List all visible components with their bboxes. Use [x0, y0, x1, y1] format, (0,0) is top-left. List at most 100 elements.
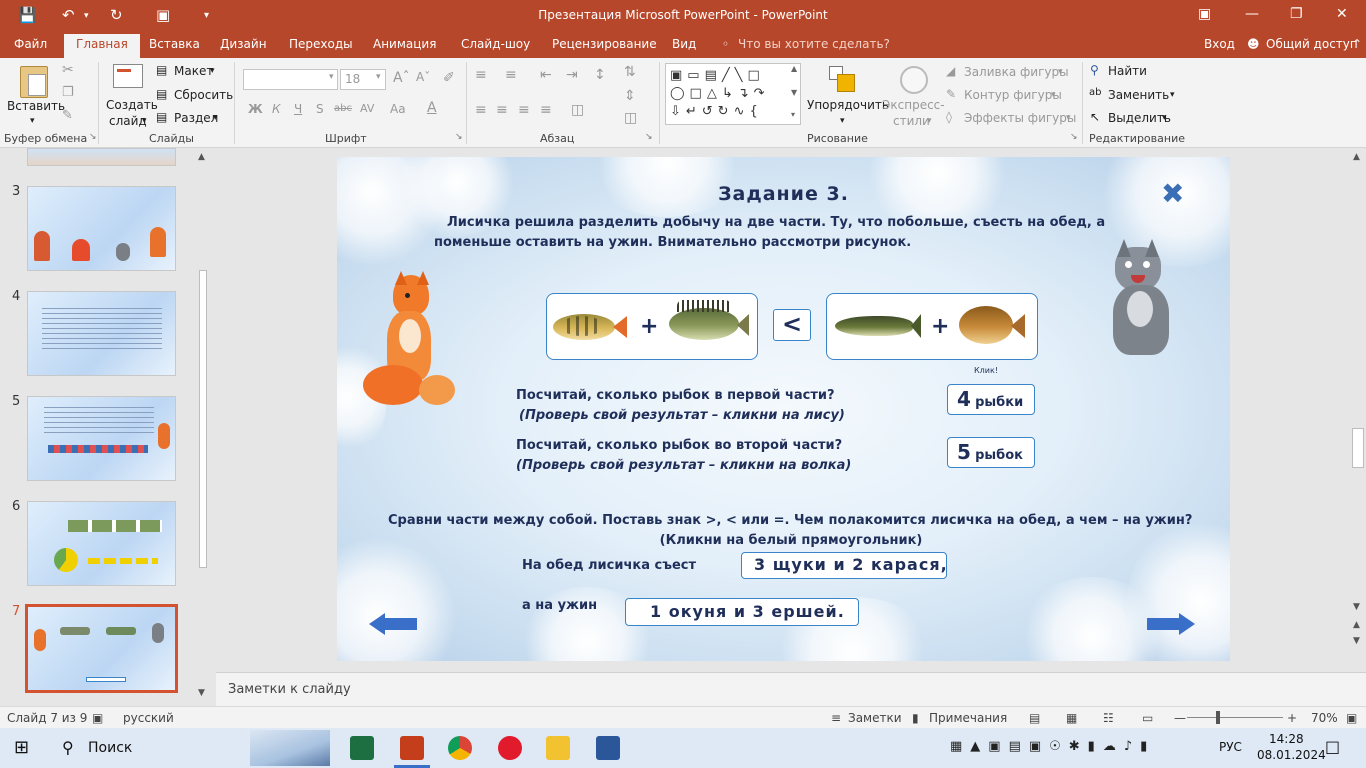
quick-styles-label-2[interactable]: стили: [893, 114, 930, 128]
slideshow-view-icon[interactable]: ▭: [1142, 711, 1153, 725]
ribbon-display-options-icon[interactable]: ▣: [1198, 6, 1211, 22]
lunch-answer-box[interactable]: 3 щуки и 2 карася,: [741, 552, 947, 579]
justify-icon[interactable]: ≡: [540, 102, 552, 118]
new-slide-label-1[interactable]: Создать: [106, 98, 158, 112]
notifications-icon[interactable]: □: [1325, 737, 1340, 756]
font-size-dropdown-icon[interactable]: ▾: [376, 72, 381, 82]
shape-effects-dropdown-icon[interactable]: ▾: [1066, 113, 1071, 123]
bullets-icon[interactable]: ≡: [475, 67, 487, 83]
columns-icon[interactable]: ◫: [571, 102, 584, 118]
collapse-ribbon-icon[interactable]: ⌃: [1352, 37, 1362, 51]
close-window-icon[interactable]: ✕: [1336, 6, 1348, 22]
new-slide-icon[interactable]: [113, 64, 143, 88]
format-painter-icon[interactable]: ✎: [62, 108, 73, 123]
notes-placeholder[interactable]: Заметки к слайду: [228, 682, 351, 697]
powerpoint-app-icon[interactable]: [400, 736, 424, 760]
zoom-slider[interactable]: [1187, 717, 1283, 718]
tab-insert[interactable]: Вставка: [149, 37, 200, 51]
language-indicator[interactable]: русский: [123, 711, 174, 725]
font-name-box[interactable]: [243, 69, 338, 90]
tab-transitions[interactable]: Переходы: [289, 37, 353, 51]
character-spacing-button[interactable]: AV: [360, 102, 374, 115]
smartart-icon[interactable]: ◫: [624, 110, 637, 126]
wolf-image[interactable]: [1099, 239, 1191, 367]
input-language[interactable]: РУС: [1219, 740, 1242, 754]
font-launcher-icon[interactable]: ↘: [455, 132, 463, 142]
shapes-up-icon[interactable]: ▲: [791, 64, 797, 73]
decrease-indent-icon[interactable]: ⇤: [540, 67, 552, 83]
zoom-level[interactable]: 70%: [1311, 711, 1338, 725]
reading-view-icon[interactable]: ☷: [1103, 711, 1114, 725]
slide-thumbnail-7-selected[interactable]: [25, 604, 178, 693]
shapes-more-icon[interactable]: ▾: [791, 110, 795, 119]
select-dropdown-icon[interactable]: ▾: [1162, 113, 1167, 123]
answer-1-box[interactable]: 4 рыбки: [947, 384, 1035, 415]
section-button[interactable]: Раздел: [174, 111, 218, 125]
shape-fill-button[interactable]: Заливка фигуры: [964, 65, 1069, 79]
tab-review[interactable]: Рецензирование: [552, 37, 657, 51]
text-direction-icon[interactable]: ⇅: [624, 64, 636, 80]
align-center-icon[interactable]: ≡: [496, 102, 508, 118]
close-slide-icon[interactable]: ✖: [1161, 177, 1184, 210]
tray-icons[interactable]: ▦▲▣▤▣☉✱▮☁♪▮: [950, 739, 1155, 754]
clipboard-launcher-icon[interactable]: ↘: [89, 132, 97, 142]
paste-label[interactable]: Вставить: [7, 99, 65, 113]
numbering-icon[interactable]: ≡: [505, 67, 517, 83]
windows-start-icon[interactable]: ⊞: [14, 737, 29, 758]
shape-outline-button[interactable]: Контур фигуры: [964, 88, 1062, 102]
underline-button[interactable]: Ч: [294, 102, 302, 116]
comments-icon[interactable]: ▮: [912, 711, 919, 725]
quick-styles-label-1[interactable]: Экспресс-: [882, 98, 945, 112]
zoom-slider-thumb[interactable]: [1216, 711, 1220, 724]
shape-effects-button[interactable]: Эффекты фигуры: [964, 111, 1076, 125]
slide-sorter-icon[interactable]: ▦: [1066, 711, 1077, 725]
font-name-dropdown-icon[interactable]: ▾: [329, 72, 334, 82]
clear-formatting-icon[interactable]: ✐: [443, 70, 455, 86]
previous-slide-icon[interactable]: ▲: [1353, 620, 1360, 630]
font-color-icon[interactable]: A: [427, 100, 437, 116]
arrange-label[interactable]: Упорядочить: [807, 98, 889, 112]
tab-animations[interactable]: Анимация: [373, 37, 436, 51]
slide-thumbnail-4[interactable]: [27, 291, 176, 376]
clock-time[interactable]: 14:28: [1269, 732, 1304, 746]
previous-slide-arrow-icon[interactable]: [369, 613, 417, 635]
arrange-dropdown-icon[interactable]: ▾: [840, 116, 845, 126]
increase-indent-icon[interactable]: ⇥: [566, 67, 578, 83]
tab-file[interactable]: Файл: [14, 37, 47, 51]
align-text-icon[interactable]: ⇕: [624, 88, 636, 104]
spell-check-icon[interactable]: ▣: [92, 711, 103, 725]
shapes-down-icon[interactable]: ▼: [791, 88, 797, 97]
next-slide-arrow-icon[interactable]: [1147, 613, 1195, 635]
notes-pane[interactable]: Заметки к слайду: [216, 672, 1366, 706]
opera-app-icon[interactable]: [498, 736, 522, 760]
slide-scrollbar[interactable]: ▲ ▼ ▲ ▼: [1350, 148, 1366, 678]
slide-thumbnail-5[interactable]: [27, 396, 176, 481]
scroll-up-icon[interactable]: ▲: [1353, 152, 1360, 162]
quick-styles-dropdown-icon[interactable]: ▾: [927, 116, 932, 126]
clock-date[interactable]: 08.01.2024: [1257, 748, 1326, 762]
section-dropdown-icon[interactable]: ▾: [213, 113, 218, 123]
shapes-gallery-icons[interactable]: ▣▭▤╱╲□ ◯□△↳↴↷ ⇩↵↺↻∿{: [670, 67, 790, 121]
share-button[interactable]: Общий доступ: [1266, 37, 1358, 51]
fox-image[interactable]: [359, 271, 459, 423]
next-slide-icon[interactable]: ▼: [1353, 636, 1360, 646]
search-icon[interactable]: ⚲: [62, 738, 74, 757]
scroll-down-icon[interactable]: ▼: [198, 688, 205, 698]
paragraph-launcher-icon[interactable]: ↘: [645, 132, 653, 142]
excel-app-icon[interactable]: [350, 736, 374, 760]
scroll-down-icon[interactable]: ▼: [1353, 602, 1360, 612]
scroll-up-icon[interactable]: ▲: [198, 152, 205, 162]
tab-design[interactable]: Дизайн: [220, 37, 267, 51]
copy-icon[interactable]: ❐: [62, 85, 74, 100]
replace-dropdown-icon[interactable]: ▾: [1170, 90, 1175, 100]
dinner-answer-box[interactable]: 1 окуня и 3 ершей.: [625, 598, 859, 626]
slide-thumbnail-6[interactable]: [27, 501, 176, 586]
minimize-icon[interactable]: —: [1245, 6, 1259, 22]
thumbnails-scroll-thumb[interactable]: [199, 270, 207, 568]
increase-font-icon[interactable]: Aˆ: [393, 70, 410, 86]
tab-slideshow[interactable]: Слайд-шоу: [461, 37, 530, 51]
notes-toggle-icon[interactable]: ≡: [831, 711, 841, 725]
notes-toggle-button[interactable]: Заметки: [848, 711, 902, 725]
chrome-app-icon[interactable]: [448, 736, 472, 760]
change-case-button[interactable]: Aa: [390, 102, 406, 116]
